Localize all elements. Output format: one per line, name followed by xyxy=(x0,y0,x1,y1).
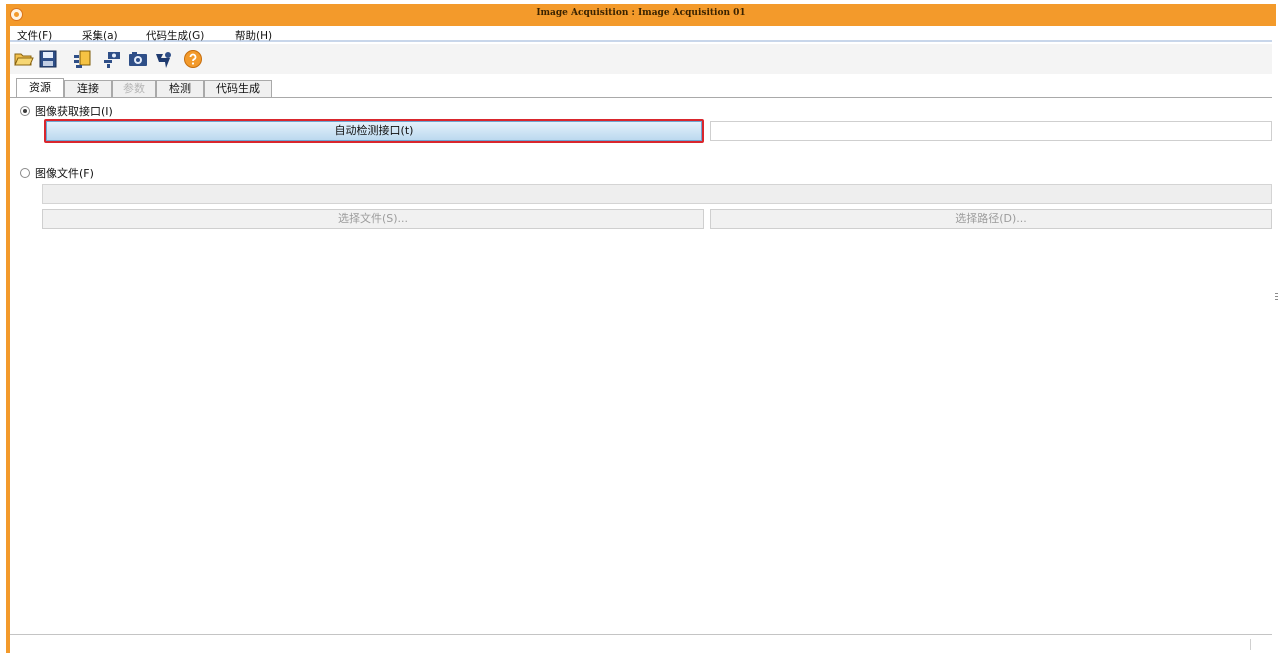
menu-bar: 文件(F) 采集(a) 代码生成(G) 帮助(H) xyxy=(10,26,1272,42)
tab-detect[interactable]: 检测 xyxy=(156,80,204,98)
camera-icon[interactable] xyxy=(128,49,148,69)
menu-acquire[interactable]: 采集(a) xyxy=(82,28,118,43)
status-bar xyxy=(10,636,1272,653)
main-window: Image Acquisition : Image Acquisition 01… xyxy=(6,4,1278,653)
interface-radio[interactable] xyxy=(20,106,30,116)
tab-source[interactable]: 资源 xyxy=(16,78,64,98)
tab-code-generation[interactable]: 代码生成 xyxy=(204,80,272,98)
file-option-row[interactable]: 图像文件(F) xyxy=(20,165,94,181)
interface-option-row[interactable]: 图像获取接口(I) xyxy=(20,103,113,119)
interface-select[interactable] xyxy=(710,121,1272,141)
image-file-path-input[interactable] xyxy=(42,184,1272,204)
toolbar xyxy=(10,44,1272,74)
select-files-button[interactable]: 选择文件(S)... xyxy=(42,209,704,229)
select-path-button[interactable]: 选择路径(D)... xyxy=(710,209,1272,229)
menu-help[interactable]: 帮助(H) xyxy=(235,28,272,43)
tab-connection[interactable]: 连接 xyxy=(64,80,112,98)
open-folder-icon[interactable] xyxy=(14,49,34,69)
help-icon[interactable] xyxy=(183,49,203,69)
properties-icon[interactable] xyxy=(72,49,92,69)
source-panel: 图像获取接口(I) 自动检测接口(t) 图像文件(F) 选择文件(S)... 选… xyxy=(10,97,1272,635)
live-icon[interactable] xyxy=(154,49,174,69)
image-file-radio-label: 图像文件(F) xyxy=(35,167,94,180)
interface-radio-label: 图像获取接口(I) xyxy=(35,105,113,118)
connect-icon[interactable] xyxy=(102,49,122,69)
menu-code-generation[interactable]: 代码生成(G) xyxy=(146,28,204,43)
highlight-annotation xyxy=(44,119,704,143)
window-title: Image Acquisition : Image Acquisition 01 xyxy=(536,8,746,18)
save-icon[interactable] xyxy=(38,49,58,69)
tab-parameters[interactable]: 参数 xyxy=(112,80,156,98)
menu-file[interactable]: 文件(F) xyxy=(17,28,52,43)
title-bar: Image Acquisition : Image Acquisition 01 xyxy=(6,4,1276,26)
status-separator xyxy=(1250,639,1251,650)
image-file-radio[interactable] xyxy=(20,168,30,178)
